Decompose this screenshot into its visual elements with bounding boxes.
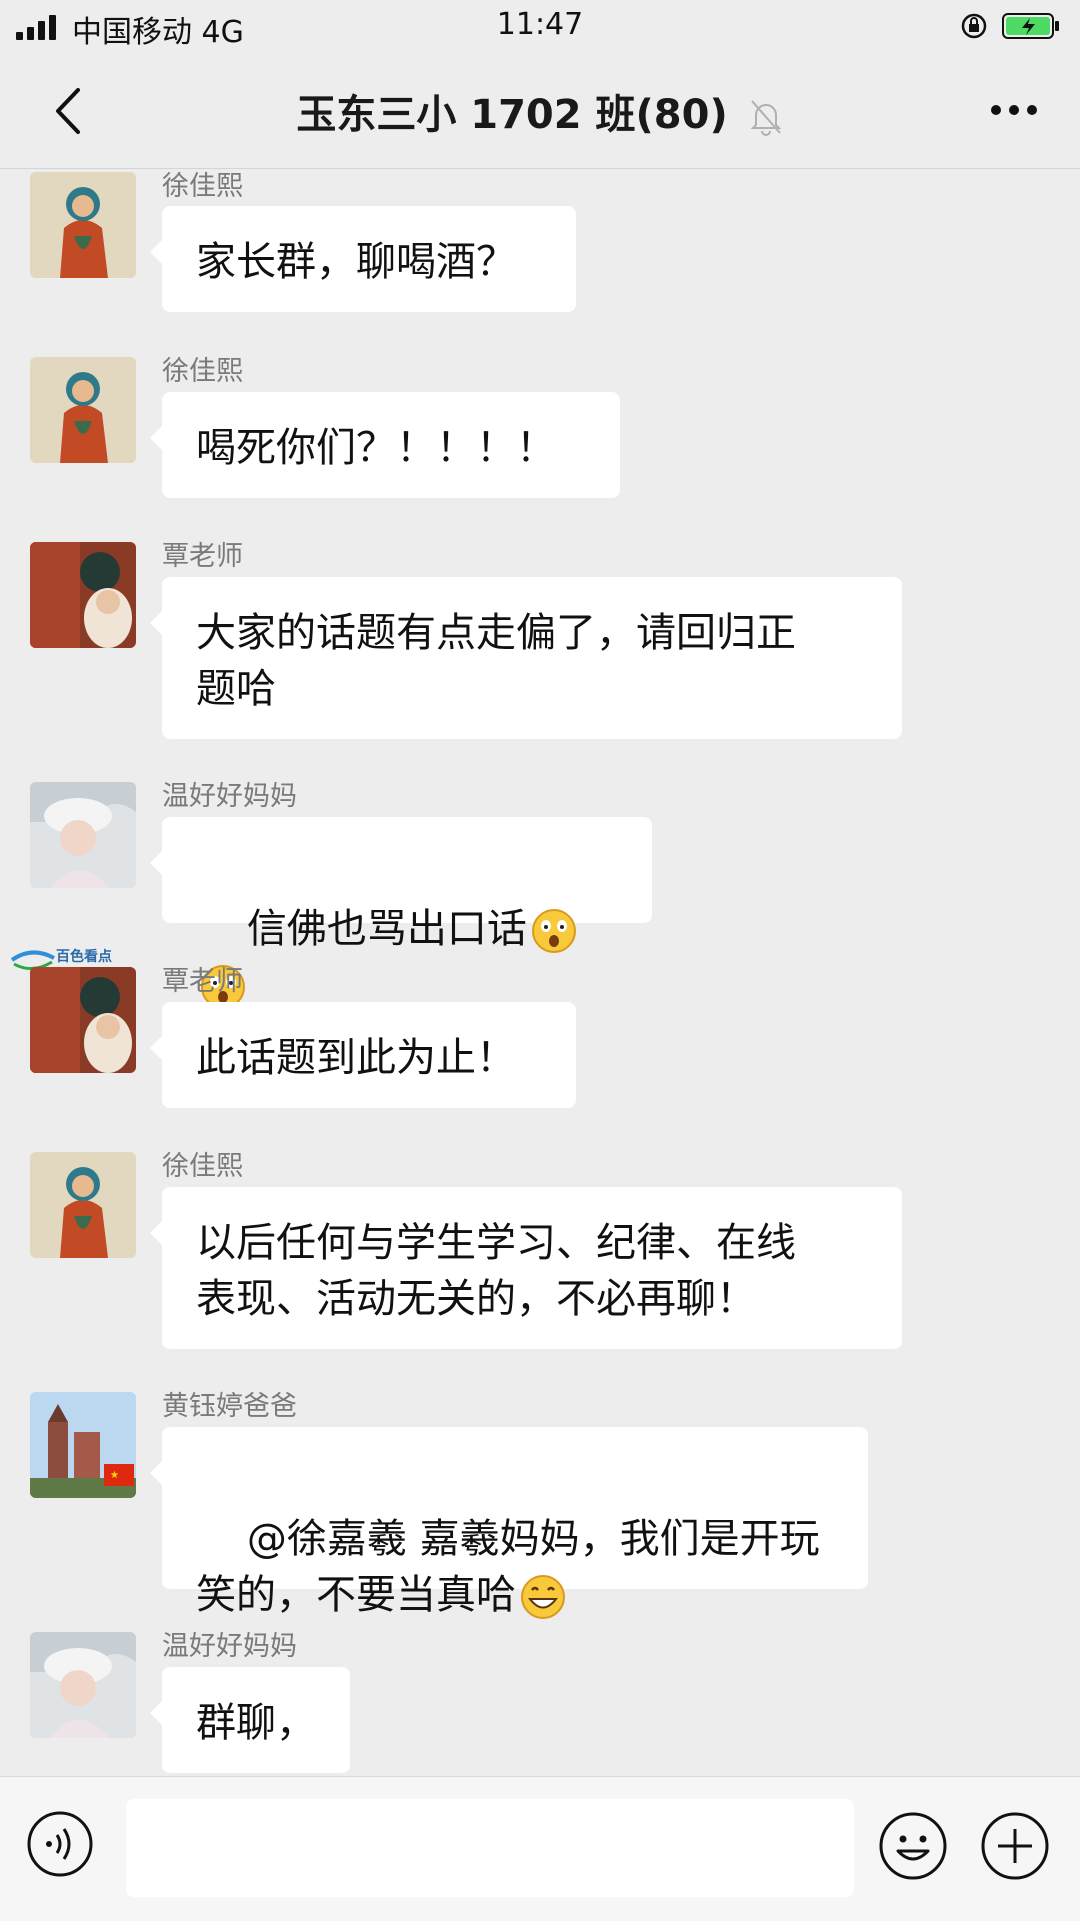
buddha-avatar-icon xyxy=(30,172,136,278)
avatar[interactable]: ★ xyxy=(30,1392,136,1498)
status-time: 11:47 xyxy=(496,7,584,42)
girl-avatar-icon xyxy=(30,782,136,888)
sender-name: 徐佳熙 xyxy=(162,356,243,387)
message-bubble[interactable]: 此话题到此为止！ xyxy=(150,1002,576,1108)
teacher-avatar-icon xyxy=(30,542,136,648)
sender-name: 温好好妈妈 xyxy=(162,781,297,812)
sender-name: 黄钰婷爸爸 xyxy=(162,1391,297,1422)
sender-name: 覃老师 xyxy=(162,966,243,997)
buddha-avatar-icon xyxy=(30,1152,136,1258)
girl-avatar-icon xyxy=(30,1632,136,1738)
message-text: @徐嘉羲 嘉羲妈妈，我们是开玩 笑的，不要当真哈 xyxy=(196,1516,820,1618)
message-bubble[interactable]: 喝死你们？！！！！ xyxy=(150,392,620,498)
rotation-lock-icon xyxy=(961,13,987,39)
castle-avatar-icon: ★ xyxy=(30,1392,136,1498)
message-bubble[interactable]: 大家的话题有点走偏了，请回归正 题哈 xyxy=(150,577,902,739)
chat-input-bar xyxy=(0,1776,1080,1921)
chat-header: 玉东三小 1702 班(80) xyxy=(0,54,1080,169)
avatar[interactable] xyxy=(30,1632,136,1738)
message-input[interactable] xyxy=(126,1799,854,1897)
message-bubble[interactable]: 家长群，聊喝酒？ xyxy=(150,206,576,312)
chat-title-text: 玉东三小 1702 班(80) xyxy=(296,92,728,138)
add-attachment-icon[interactable] xyxy=(980,1811,1050,1881)
battery-icon xyxy=(1002,13,1059,39)
grin-emoji-icon xyxy=(521,1575,565,1619)
avatar[interactable] xyxy=(30,1152,136,1258)
buddha-avatar-icon xyxy=(30,357,136,463)
message-text: 信佛也骂出口话 xyxy=(246,906,527,952)
message-bubble[interactable]: 群聊， xyxy=(150,1667,350,1773)
avatar[interactable] xyxy=(30,967,136,1073)
sender-name: 徐佳熙 xyxy=(162,1151,243,1182)
avatar[interactable] xyxy=(30,357,136,463)
avatar[interactable] xyxy=(30,542,136,648)
message-bubble[interactable]: 信佛也骂出口话 xyxy=(150,817,652,1009)
avatar[interactable] xyxy=(30,782,136,888)
mute-bell-icon xyxy=(750,100,782,136)
teacher-avatar-icon xyxy=(30,967,136,1073)
more-options-icon[interactable] xyxy=(988,96,1040,124)
message-bubble[interactable]: @徐嘉羲 嘉羲妈妈，我们是开玩 笑的，不要当真哈 xyxy=(150,1427,868,1619)
shocked-emoji-icon xyxy=(531,909,576,953)
avatar[interactable] xyxy=(30,172,136,278)
chat-title: 玉东三小 1702 班(80) xyxy=(0,82,1080,140)
watermark-text: 百色看点 xyxy=(56,949,112,965)
status-bar: 中国移动 4G 11:47 xyxy=(0,0,1080,54)
sender-name: 徐佳熙 xyxy=(162,171,243,202)
sender-name: 覃老师 xyxy=(162,541,243,572)
emoji-picker-icon[interactable] xyxy=(878,1811,948,1881)
message-bubble[interactable]: 以后任何与学生学习、纪律、在线 表现、活动无关的，不必再聊！ xyxy=(150,1187,902,1349)
sender-name: 温好好妈妈 xyxy=(162,1631,297,1662)
voice-input-icon[interactable] xyxy=(27,1811,93,1877)
svg-text:★: ★ xyxy=(110,1470,119,1481)
